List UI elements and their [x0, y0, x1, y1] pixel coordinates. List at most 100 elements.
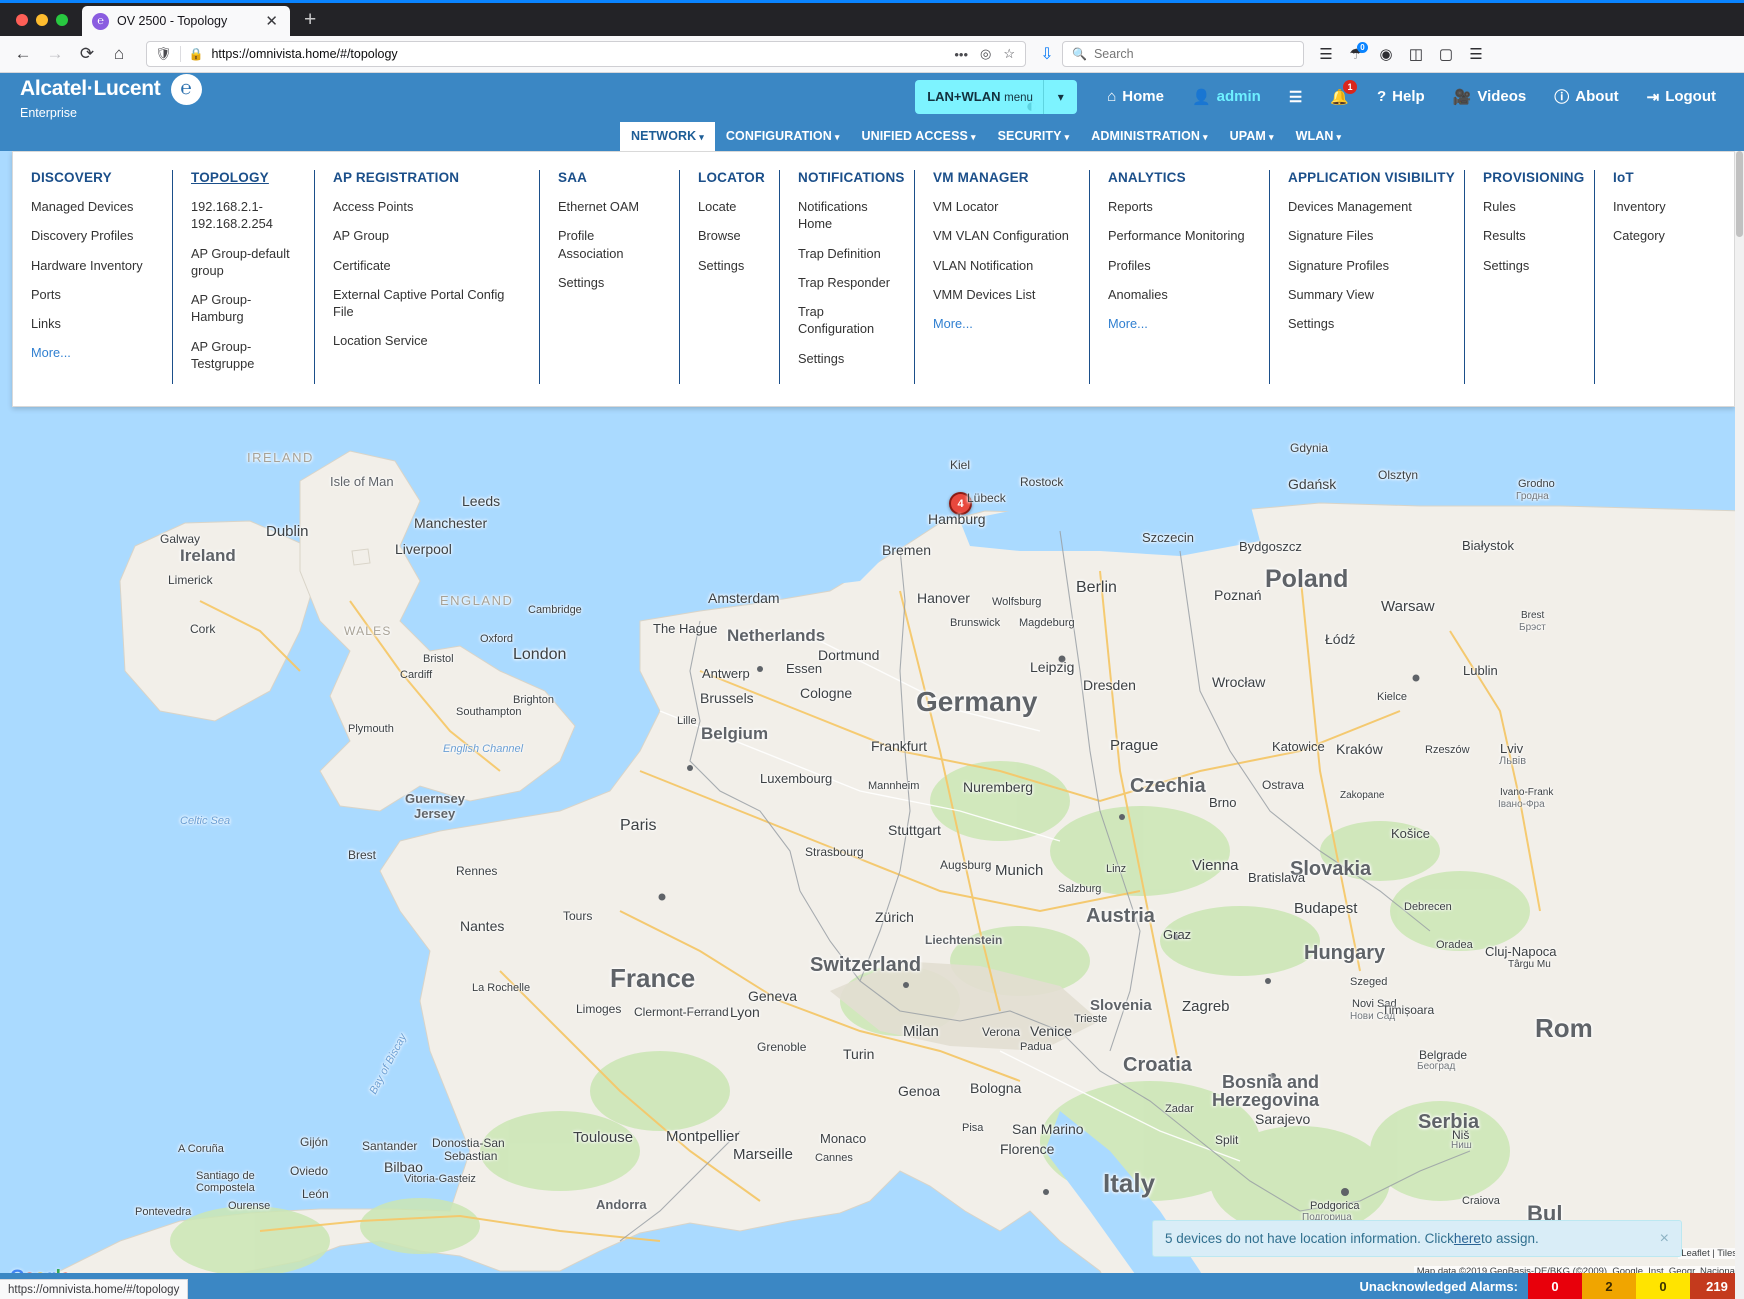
- page-actions-icon[interactable]: •••: [952, 47, 970, 62]
- forward-icon[interactable]: →: [40, 39, 70, 69]
- menu-item-profiles[interactable]: Profiles: [1108, 257, 1251, 274]
- header-item-help[interactable]: ? Help: [1363, 73, 1439, 120]
- menu-item-ap-group-default[interactable]: AP Group-default group: [191, 245, 296, 280]
- menu-item-locator-settings[interactable]: Settings: [698, 257, 761, 274]
- header-item-logout[interactable]: ⇥ Logout: [1633, 73, 1730, 120]
- page-scrollbar[interactable]: [1735, 151, 1744, 1299]
- menu-item-discovery-more[interactable]: More...: [31, 344, 154, 361]
- menu-item-trap-configuration[interactable]: Trap Configuration: [798, 303, 896, 338]
- menu-item-anomalies[interactable]: Anomalies: [1108, 286, 1251, 303]
- nav-upam[interactable]: UPAM▾: [1219, 122, 1285, 151]
- menu-item-performance-monitoring[interactable]: Performance Monitoring: [1108, 227, 1251, 244]
- address-bar[interactable]: 🛡 🔒 https://omnivista.home/#/topology ••…: [146, 41, 1026, 67]
- menu-item-discovery-profiles[interactable]: Discovery Profiles: [31, 227, 154, 244]
- menu-item-trap-definition[interactable]: Trap Definition: [798, 245, 896, 262]
- reload-icon[interactable]: ⟳: [72, 39, 102, 69]
- account-icon[interactable]: ◉: [1372, 40, 1400, 68]
- menu-item-access-points[interactable]: Access Points: [333, 198, 521, 215]
- close-window-button[interactable]: [16, 14, 28, 26]
- search-bar[interactable]: 🔍: [1062, 41, 1304, 67]
- minimize-window-button[interactable]: [36, 14, 48, 26]
- page-viewport: Alcatel·Lucent ℮ Enterprise LAN+WLAN men…: [0, 73, 1744, 1299]
- menu-item-rules[interactable]: Rules: [1483, 198, 1576, 215]
- close-tab-icon[interactable]: ✕: [261, 12, 282, 31]
- toast-here-link[interactable]: here: [1454, 1231, 1481, 1246]
- menu-item-locate[interactable]: Locate: [698, 198, 761, 215]
- sidebar-icon[interactable]: ◫: [1402, 40, 1430, 68]
- header-item-videos[interactable]: 🎥 Videos: [1439, 73, 1541, 120]
- toast-close-icon[interactable]: ×: [1660, 1230, 1669, 1248]
- menu-item-saa-settings[interactable]: Settings: [558, 274, 661, 291]
- header-item-about[interactable]: ⓘ About: [1540, 73, 1632, 120]
- bookmark-star-icon[interactable]: ☆: [1001, 46, 1017, 62]
- menu-item-vmm-devices-list[interactable]: VMM Devices List: [933, 286, 1071, 303]
- menu-item-subnet-range[interactable]: 192.168.2.1-192.168.2.254: [191, 198, 296, 233]
- library-icon[interactable]: ☰: [1312, 40, 1340, 68]
- menu-item-certificate[interactable]: Certificate: [333, 257, 521, 274]
- menu-item-vm-more[interactable]: More...: [933, 315, 1071, 332]
- window-traffic-lights[interactable]: [10, 14, 82, 36]
- menu-item-ethernet-oam[interactable]: Ethernet OAM: [558, 198, 661, 215]
- nav-wlan[interactable]: WLAN▾: [1285, 122, 1353, 151]
- menu-item-location-service[interactable]: Location Service: [333, 332, 521, 349]
- menu-item-appvis-settings[interactable]: Settings: [1288, 315, 1446, 332]
- tracking-shield-icon[interactable]: 🛡: [155, 46, 172, 62]
- menu-item-devices-management[interactable]: Devices Management: [1288, 198, 1446, 215]
- lan-wlan-menu-selector[interactable]: LAN+WLAN menu ◐ ▾: [915, 80, 1077, 114]
- menu-item-signature-files[interactable]: Signature Files: [1288, 227, 1446, 244]
- menu-item-provisioning-settings[interactable]: Settings: [1483, 257, 1576, 274]
- nav-administration[interactable]: ADMINISTRATION▾: [1080, 122, 1218, 151]
- browser-tab[interactable]: ℮ OV 2500 - Topology ✕: [82, 6, 290, 36]
- menu-item-signature-profiles[interactable]: Signature Profiles: [1288, 257, 1446, 274]
- alarm-count-critical[interactable]: 0: [1528, 1273, 1582, 1299]
- menu-icon[interactable]: ☰: [1462, 40, 1490, 68]
- maximize-window-button[interactable]: [56, 14, 68, 26]
- menu-heading-topology[interactable]: TOPOLOGY: [191, 170, 296, 185]
- menu-item-reports[interactable]: Reports: [1108, 198, 1251, 215]
- map-place-label: Brest: [1521, 610, 1544, 621]
- alarm-count-minor[interactable]: 0: [1636, 1273, 1690, 1299]
- nav-network[interactable]: NETWORK▾: [620, 122, 715, 151]
- nav-configuration[interactable]: CONFIGURATION▾: [715, 122, 851, 151]
- menu-item-summary-view[interactable]: Summary View: [1288, 286, 1446, 303]
- menu-item-hardware-inventory[interactable]: Hardware Inventory: [31, 257, 154, 274]
- search-input[interactable]: [1094, 47, 1294, 61]
- menu-item-category[interactable]: Category: [1613, 227, 1697, 244]
- download-icon[interactable]: ⇩: [1034, 44, 1060, 64]
- url-text[interactable]: https://omnivista.home/#/topology: [211, 47, 944, 61]
- chevron-down-icon[interactable]: ▾: [1043, 80, 1077, 114]
- pocket-icon[interactable]: ◎: [978, 46, 993, 62]
- nav-unified-access[interactable]: UNIFIED ACCESS▾: [850, 122, 986, 151]
- menu-item-links[interactable]: Links: [31, 315, 154, 332]
- nav-security[interactable]: SECURITY▾: [987, 122, 1081, 151]
- menu-item-analytics-more[interactable]: More...: [1108, 315, 1251, 332]
- brand-logo-area[interactable]: Alcatel·Lucent ℮ Enterprise: [0, 74, 300, 120]
- header-item-admin[interactable]: 👤 admin: [1178, 73, 1275, 120]
- menu-item-vlan-notification[interactable]: VLAN Notification: [933, 257, 1071, 274]
- menu-item-vm-vlan-configuration[interactable]: VM VLAN Configuration: [933, 227, 1071, 244]
- menu-item-vm-locator[interactable]: VM Locator: [933, 198, 1071, 215]
- home-icon[interactable]: ⌂: [104, 39, 134, 69]
- menu-item-trap-responder[interactable]: Trap Responder: [798, 274, 896, 291]
- menu-item-browse[interactable]: Browse: [698, 227, 761, 244]
- menu-item-managed-devices[interactable]: Managed Devices: [31, 198, 154, 215]
- menu-item-ap-group-hamburg[interactable]: AP Group-Hamburg: [191, 291, 296, 326]
- header-item-home[interactable]: ⌂ Home: [1093, 73, 1178, 120]
- shield-counter-icon[interactable]: ☂ 0: [1342, 40, 1370, 68]
- back-icon[interactable]: ←: [8, 39, 38, 69]
- menu-item-inventory[interactable]: Inventory: [1613, 198, 1697, 215]
- menu-item-ports[interactable]: Ports: [31, 286, 154, 303]
- menu-item-profile-association[interactable]: Profile Association: [558, 227, 661, 262]
- header-item-notifications[interactable]: 🔔 1: [1316, 73, 1363, 120]
- menu-item-notifications-settings[interactable]: Settings: [798, 350, 896, 367]
- menu-item-ap-group-testgruppe[interactable]: AP Group-Testgruppe: [191, 338, 296, 373]
- header-item-list[interactable]: ☰: [1275, 73, 1316, 120]
- sync-icon[interactable]: ▢: [1432, 40, 1460, 68]
- scrollbar-thumb[interactable]: [1736, 151, 1743, 237]
- menu-item-external-captive-portal[interactable]: External Captive Portal Config File: [333, 286, 521, 321]
- menu-item-ap-group[interactable]: AP Group: [333, 227, 521, 244]
- menu-item-notifications-home[interactable]: Notifications Home: [798, 198, 896, 233]
- menu-item-results[interactable]: Results: [1483, 227, 1576, 244]
- alarm-count-major[interactable]: 2: [1582, 1273, 1636, 1299]
- new-tab-button[interactable]: +: [290, 9, 328, 36]
